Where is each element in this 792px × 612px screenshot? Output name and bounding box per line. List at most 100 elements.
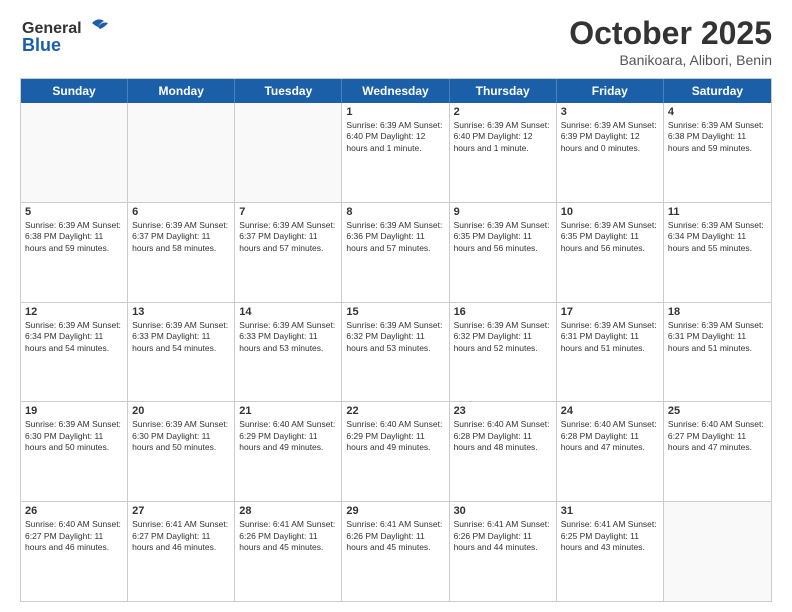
day-cell-1: 1 Sunrise: 6:39 AM Sunset: 6:40 PM Daylig… (342, 103, 449, 202)
day-cell-22: 22Sunrise: 6:40 AM Sunset: 6:29 PM Dayli… (342, 402, 449, 501)
day-number: 30 (454, 505, 552, 517)
header-day-saturday: Saturday (664, 79, 771, 103)
logo: General Blue (20, 15, 110, 57)
day-number: 18 (668, 306, 767, 318)
day-number: 19 (25, 405, 123, 417)
day-info: Sunrise: 6:39 AM Sunset: 6:35 PM Dayligh… (561, 220, 659, 254)
day-info: Sunrise: 6:39 AM Sunset: 6:31 PM Dayligh… (561, 320, 659, 354)
day-cell-4: 4 Sunrise: 6:39 AM Sunset: 6:38 PM Daylig… (664, 103, 771, 202)
day-cell-7: 7Sunrise: 6:39 AM Sunset: 6:37 PM Daylig… (235, 203, 342, 302)
day-cell-12: 12 Sunrise: 6:39 AM Sunset: 6:34 PM Dayli… (21, 303, 128, 402)
day-number: 22 (346, 405, 444, 417)
day-number: 3 (561, 106, 659, 118)
empty-cell (21, 103, 128, 202)
day-info: Sunrise: 6:39 AM Sunset: 6:30 PM Dayligh… (25, 419, 123, 453)
empty-cell (235, 103, 342, 202)
header-day-sunday: Sunday (21, 79, 128, 103)
day-info: Sunrise: 6:39 AM Sunset: 6:30 PM Dayligh… (132, 419, 230, 453)
day-info: Sunrise: 6:39 AM Sunset: 6:31 PM Dayligh… (668, 320, 767, 354)
day-cell-6: 6 Sunrise: 6:39 AM Sunset: 6:37 PM Daylig… (128, 203, 235, 302)
page: General Blue October 2025 Banikoara, Ali… (0, 0, 792, 612)
day-info: Sunrise: 6:41 AM Sunset: 6:26 PM Dayligh… (346, 519, 444, 553)
day-info: Sunrise: 6:39 AM Sunset: 6:33 PM Dayligh… (239, 320, 337, 354)
day-number: 5 (25, 206, 123, 218)
header: General Blue October 2025 Banikoara, Ali… (20, 15, 772, 68)
day-info: Sunrise: 6:40 AM Sunset: 6:29 PM Dayligh… (239, 419, 337, 453)
location: Banikoara, Alibori, Benin (569, 52, 772, 68)
header-day-thursday: Thursday (450, 79, 557, 103)
day-number: 15 (346, 306, 444, 318)
day-number: 27 (132, 505, 230, 517)
day-number: 26 (25, 505, 123, 517)
day-number: 31 (561, 505, 659, 517)
day-cell-29: 29 Sunrise: 6:41 AM Sunset: 6:26 PM Dayli… (342, 502, 449, 601)
day-cell-11: 11 Sunrise: 6:39 AM Sunset: 6:34 PM Dayli… (664, 203, 771, 302)
week-row-1: 5 Sunrise: 6:39 AM Sunset: 6:38 PM Daylig… (21, 203, 771, 303)
day-number: 4 (668, 106, 767, 118)
day-info: Sunrise: 6:40 AM Sunset: 6:28 PM Dayligh… (561, 419, 659, 453)
day-number: 14 (239, 306, 337, 318)
day-number: 25 (668, 405, 767, 417)
header-day-friday: Friday (557, 79, 664, 103)
header-day-wednesday: Wednesday (342, 79, 449, 103)
day-cell-18: 18 Sunrise: 6:39 AM Sunset: 6:31 PM Dayli… (664, 303, 771, 402)
day-cell-28: 28Sunrise: 6:41 AM Sunset: 6:26 PM Dayli… (235, 502, 342, 601)
day-info: Sunrise: 6:39 AM Sunset: 6:36 PM Dayligh… (346, 220, 444, 254)
empty-cell (664, 502, 771, 601)
day-number: 21 (239, 405, 337, 417)
day-cell-20: 20 Sunrise: 6:39 AM Sunset: 6:30 PM Dayli… (128, 402, 235, 501)
day-cell-23: 23 Sunrise: 6:40 AM Sunset: 6:28 PM Dayli… (450, 402, 557, 501)
day-info: Sunrise: 6:39 AM Sunset: 6:34 PM Dayligh… (25, 320, 123, 354)
header-day-monday: Monday (128, 79, 235, 103)
day-number: 23 (454, 405, 552, 417)
day-info: Sunrise: 6:41 AM Sunset: 6:26 PM Dayligh… (239, 519, 337, 553)
day-cell-31: 31 Sunrise: 6:41 AM Sunset: 6:25 PM Dayli… (557, 502, 664, 601)
day-info: Sunrise: 6:39 AM Sunset: 6:34 PM Dayligh… (668, 220, 767, 254)
day-info: Sunrise: 6:39 AM Sunset: 6:40 PM Dayligh… (346, 120, 444, 154)
day-number: 24 (561, 405, 659, 417)
day-info: Sunrise: 6:39 AM Sunset: 6:39 PM Dayligh… (561, 120, 659, 154)
day-number: 11 (668, 206, 767, 218)
day-info: Sunrise: 6:39 AM Sunset: 6:38 PM Dayligh… (668, 120, 767, 154)
week-row-2: 12 Sunrise: 6:39 AM Sunset: 6:34 PM Dayli… (21, 303, 771, 403)
day-number: 13 (132, 306, 230, 318)
day-info: Sunrise: 6:39 AM Sunset: 6:35 PM Dayligh… (454, 220, 552, 254)
day-info: Sunrise: 6:40 AM Sunset: 6:27 PM Dayligh… (668, 419, 767, 453)
day-number: 2 (454, 106, 552, 118)
day-number: 20 (132, 405, 230, 417)
day-info: Sunrise: 6:39 AM Sunset: 6:38 PM Dayligh… (25, 220, 123, 254)
day-cell-15: 15 Sunrise: 6:39 AM Sunset: 6:32 PM Dayli… (342, 303, 449, 402)
day-info: Sunrise: 6:41 AM Sunset: 6:26 PM Dayligh… (454, 519, 552, 553)
day-cell-16: 16Sunrise: 6:39 AM Sunset: 6:32 PM Dayli… (450, 303, 557, 402)
month-title: October 2025 (569, 15, 772, 52)
day-cell-8: 8Sunrise: 6:39 AM Sunset: 6:36 PM Daylig… (342, 203, 449, 302)
day-cell-17: 17 Sunrise: 6:39 AM Sunset: 6:31 PM Dayli… (557, 303, 664, 402)
week-row-4: 26 Sunrise: 6:40 AM Sunset: 6:27 PM Dayli… (21, 502, 771, 601)
day-number: 12 (25, 306, 123, 318)
day-info: Sunrise: 6:39 AM Sunset: 6:37 PM Dayligh… (132, 220, 230, 254)
day-number: 9 (454, 206, 552, 218)
day-info: Sunrise: 6:41 AM Sunset: 6:25 PM Dayligh… (561, 519, 659, 553)
day-cell-21: 21 Sunrise: 6:40 AM Sunset: 6:29 PM Dayli… (235, 402, 342, 501)
day-cell-3: 3 Sunrise: 6:39 AM Sunset: 6:39 PM Daylig… (557, 103, 664, 202)
day-info: Sunrise: 6:40 AM Sunset: 6:27 PM Dayligh… (25, 519, 123, 553)
day-number: 6 (132, 206, 230, 218)
day-info: Sunrise: 6:39 AM Sunset: 6:32 PM Dayligh… (346, 320, 444, 354)
calendar-body: 1 Sunrise: 6:39 AM Sunset: 6:40 PM Daylig… (21, 103, 771, 601)
day-cell-24: 24 Sunrise: 6:40 AM Sunset: 6:28 PM Dayli… (557, 402, 664, 501)
logo-svg: General Blue (20, 15, 110, 57)
day-cell-2: 2 Sunrise: 6:39 AM Sunset: 6:40 PM Daylig… (450, 103, 557, 202)
day-info: Sunrise: 6:39 AM Sunset: 6:33 PM Dayligh… (132, 320, 230, 354)
day-cell-13: 13 Sunrise: 6:39 AM Sunset: 6:33 PM Dayli… (128, 303, 235, 402)
day-number: 1 (346, 106, 444, 118)
day-info: Sunrise: 6:39 AM Sunset: 6:32 PM Dayligh… (454, 320, 552, 354)
day-cell-25: 25 Sunrise: 6:40 AM Sunset: 6:27 PM Dayli… (664, 402, 771, 501)
calendar-header: SundayMondayTuesdayWednesdayThursdayFrid… (21, 79, 771, 103)
day-number: 17 (561, 306, 659, 318)
header-day-tuesday: Tuesday (235, 79, 342, 103)
day-cell-26: 26 Sunrise: 6:40 AM Sunset: 6:27 PM Dayli… (21, 502, 128, 601)
day-cell-10: 10Sunrise: 6:39 AM Sunset: 6:35 PM Dayli… (557, 203, 664, 302)
day-info: Sunrise: 6:40 AM Sunset: 6:28 PM Dayligh… (454, 419, 552, 453)
day-info: Sunrise: 6:39 AM Sunset: 6:40 PM Dayligh… (454, 120, 552, 154)
day-number: 29 (346, 505, 444, 517)
